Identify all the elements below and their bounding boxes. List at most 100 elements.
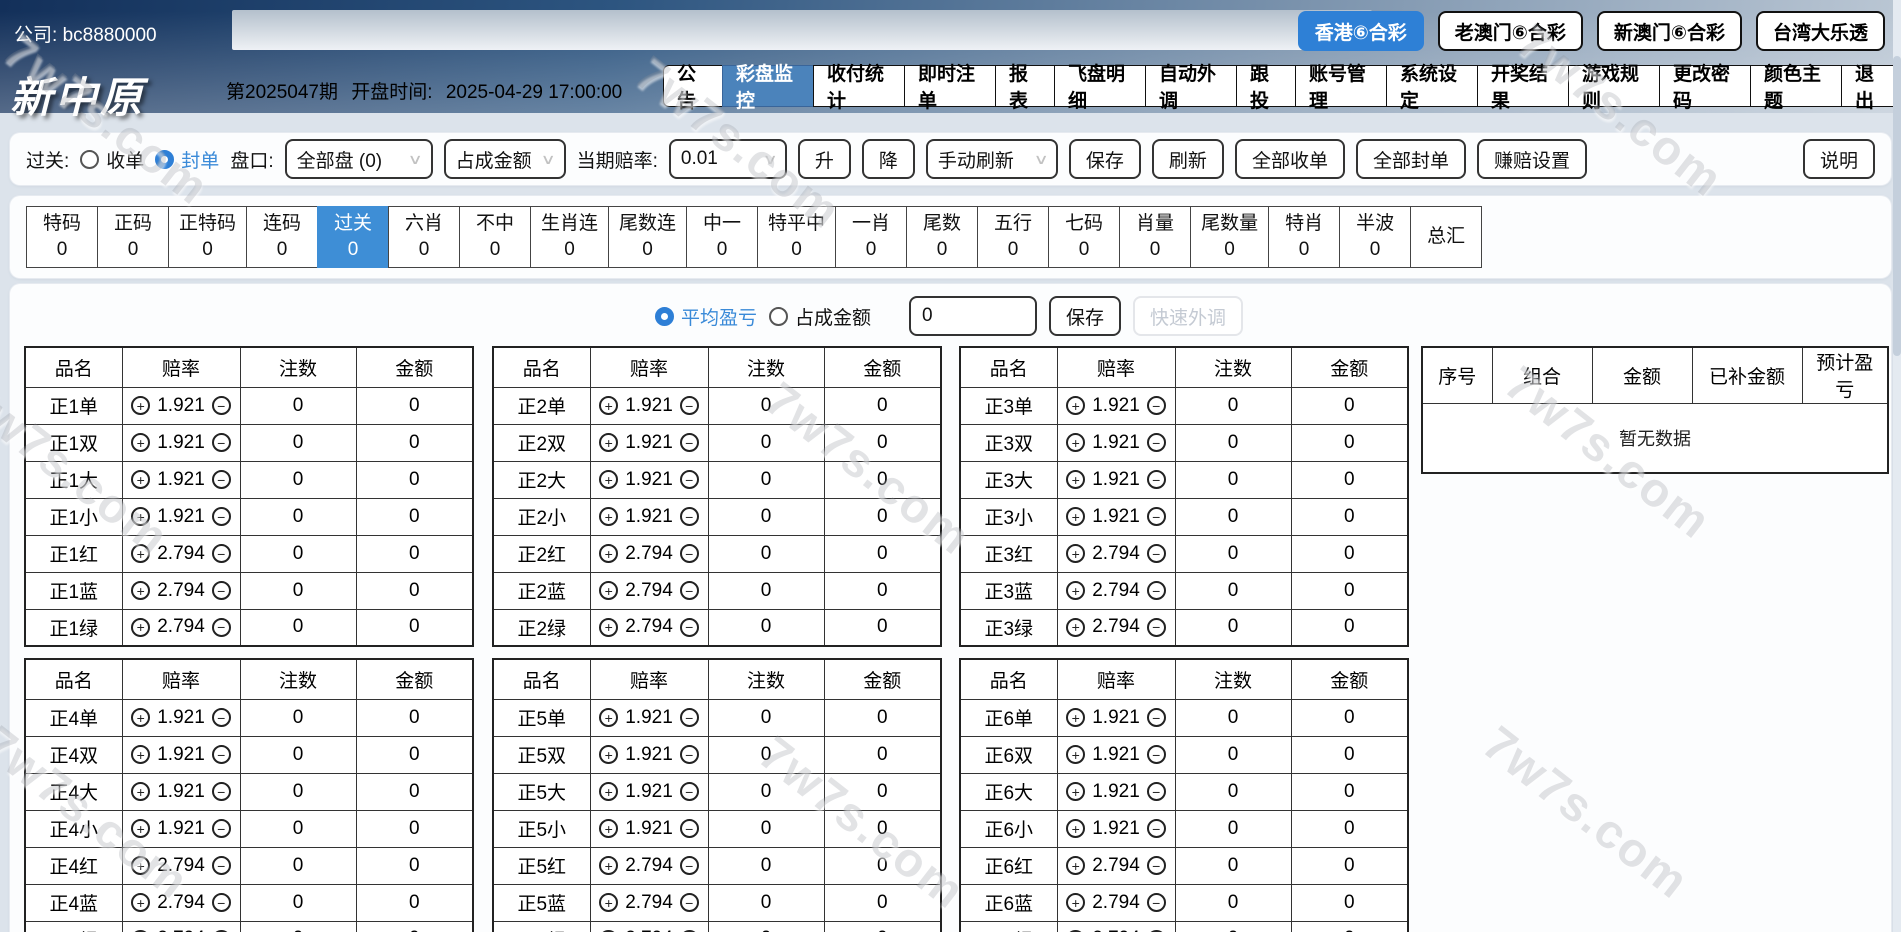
plus-circle-icon[interactable]: + — [599, 745, 618, 764]
plus-circle-icon[interactable]: + — [131, 819, 150, 838]
bet-type-tab[interactable]: 总汇 — [1410, 206, 1482, 268]
minus-circle-icon[interactable]: − — [680, 819, 699, 838]
bet-type-tab[interactable]: 尾数连0 — [608, 206, 687, 268]
minus-circle-icon[interactable]: − — [212, 618, 231, 637]
minus-circle-icon[interactable]: − — [1147, 893, 1166, 912]
plus-circle-icon[interactable]: + — [1066, 470, 1085, 489]
odds-up-button[interactable]: 升 — [798, 139, 851, 179]
minus-circle-icon[interactable]: − — [1147, 544, 1166, 563]
plus-circle-icon[interactable]: + — [1066, 581, 1085, 600]
plus-circle-icon[interactable]: + — [1066, 433, 1085, 452]
nav-button[interactable]: 自动外调 — [1145, 65, 1237, 107]
nav-button[interactable]: 公告 — [663, 65, 723, 107]
plus-circle-icon[interactable]: + — [1066, 745, 1085, 764]
avg-profit-label[interactable]: 平均盈亏 — [681, 303, 757, 330]
plus-circle-icon[interactable]: + — [131, 470, 150, 489]
minus-circle-icon[interactable]: − — [1147, 396, 1166, 415]
minus-circle-icon[interactable]: − — [680, 396, 699, 415]
bet-type-tab[interactable]: 正码0 — [97, 206, 169, 268]
plus-circle-icon[interactable]: + — [599, 893, 618, 912]
minus-circle-icon[interactable]: − — [680, 782, 699, 801]
plus-circle-icon[interactable]: + — [1066, 893, 1085, 912]
scrollbar-thumb[interactable] — [1893, 56, 1901, 356]
minus-circle-icon[interactable]: − — [212, 745, 231, 764]
plus-circle-icon[interactable]: + — [1066, 856, 1085, 875]
plus-circle-icon[interactable]: + — [131, 708, 150, 727]
plus-circle-icon[interactable]: + — [599, 470, 618, 489]
plus-circle-icon[interactable]: + — [1066, 819, 1085, 838]
minus-circle-icon[interactable]: − — [212, 819, 231, 838]
scrollbar[interactable] — [1893, 0, 1901, 932]
plus-circle-icon[interactable]: + — [599, 396, 618, 415]
plus-circle-icon[interactable]: + — [1066, 507, 1085, 526]
ratio-select[interactable]: 占成金额 ∨ — [444, 139, 566, 179]
minus-circle-icon[interactable]: − — [680, 507, 699, 526]
refresh-mode-select[interactable]: 手动刷新 ∨ — [926, 139, 1058, 179]
odds-setting-button[interactable]: 赚赔设置 — [1477, 139, 1587, 179]
plus-circle-icon[interactable]: + — [131, 856, 150, 875]
refresh-button[interactable]: 刷新 — [1152, 139, 1224, 179]
minus-circle-icon[interactable]: − — [1147, 618, 1166, 637]
minus-circle-icon[interactable]: − — [1147, 470, 1166, 489]
plus-circle-icon[interactable]: + — [599, 618, 618, 637]
bet-type-tab[interactable]: 一肖0 — [835, 206, 907, 268]
odds-down-button[interactable]: 降 — [862, 139, 915, 179]
ratio-amount-radio[interactable]: 占成金额 — [769, 303, 871, 330]
nav-button[interactable]: 彩盘监控 — [722, 65, 814, 107]
plus-circle-icon[interactable]: + — [131, 893, 150, 912]
minus-circle-icon[interactable]: − — [680, 433, 699, 452]
plus-circle-icon[interactable]: + — [599, 782, 618, 801]
nav-button[interactable]: 更改密码 — [1659, 65, 1751, 107]
receive-radio[interactable]: 收单 — [80, 146, 144, 173]
bet-type-tab[interactable]: 特码0 — [26, 206, 98, 268]
minus-circle-icon[interactable]: − — [212, 893, 231, 912]
help-button[interactable]: 说明 — [1803, 139, 1875, 179]
minus-circle-icon[interactable]: − — [1147, 433, 1166, 452]
plus-circle-icon[interactable]: + — [131, 782, 150, 801]
plus-circle-icon[interactable]: + — [131, 433, 150, 452]
bet-type-tab[interactable]: 不中0 — [459, 206, 531, 268]
close-radio-label[interactable]: 封单 — [181, 146, 219, 173]
nav-button[interactable]: 颜色主题 — [1750, 65, 1842, 107]
minus-circle-icon[interactable]: − — [1147, 507, 1166, 526]
bet-type-tab[interactable]: 半波0 — [1339, 206, 1411, 268]
minus-circle-icon[interactable]: − — [1147, 708, 1166, 727]
plus-circle-icon[interactable]: + — [131, 745, 150, 764]
minus-circle-icon[interactable]: − — [680, 745, 699, 764]
game-button[interactable]: 台湾大乐透 — [1756, 11, 1885, 51]
avg-profit-radio[interactable]: 平均盈亏 — [655, 303, 757, 330]
plus-circle-icon[interactable]: + — [131, 544, 150, 563]
bet-type-tab[interactable]: 特肖0 — [1268, 206, 1340, 268]
plus-circle-icon[interactable]: + — [599, 433, 618, 452]
minus-circle-icon[interactable]: − — [1147, 782, 1166, 801]
plus-circle-icon[interactable]: + — [1066, 708, 1085, 727]
minus-circle-icon[interactable]: − — [1147, 819, 1166, 838]
nav-button[interactable]: 账号管理 — [1295, 65, 1387, 107]
nav-button[interactable]: 游戏规则 — [1568, 65, 1660, 107]
plus-circle-icon[interactable]: + — [599, 819, 618, 838]
minus-circle-icon[interactable]: − — [680, 708, 699, 727]
bet-type-tab[interactable]: 尾数0 — [906, 206, 978, 268]
radio-unchecked-icon[interactable] — [769, 307, 788, 326]
save-button[interactable]: 保存 — [1069, 139, 1141, 179]
bet-type-tab[interactable]: 中一0 — [686, 206, 758, 268]
minus-circle-icon[interactable]: − — [680, 544, 699, 563]
plus-circle-icon[interactable]: + — [599, 856, 618, 875]
plus-circle-icon[interactable]: + — [1066, 544, 1085, 563]
game-button[interactable]: 香港⑥合彩 — [1298, 11, 1424, 51]
minus-circle-icon[interactable]: − — [212, 708, 231, 727]
game-button[interactable]: 新澳门⑥合彩 — [1597, 11, 1742, 51]
minus-circle-icon[interactable]: − — [1147, 581, 1166, 600]
minus-circle-icon[interactable]: − — [212, 470, 231, 489]
bet-type-tab[interactable]: 特平中0 — [757, 206, 836, 268]
quick-adjust-button[interactable]: 快速外调 — [1133, 296, 1243, 336]
bet-type-tab[interactable]: 正特码0 — [168, 206, 247, 268]
close-all-button[interactable]: 全部封单 — [1356, 139, 1466, 179]
plus-circle-icon[interactable]: + — [599, 581, 618, 600]
nav-button[interactable]: 收付统计 — [813, 65, 905, 107]
bet-type-tab[interactable]: 连码0 — [246, 206, 318, 268]
radio-checked-icon[interactable] — [655, 307, 674, 326]
plus-circle-icon[interactable]: + — [131, 618, 150, 637]
minus-circle-icon[interactable]: − — [212, 544, 231, 563]
game-button[interactable]: 老澳门⑥合彩 — [1438, 11, 1583, 51]
